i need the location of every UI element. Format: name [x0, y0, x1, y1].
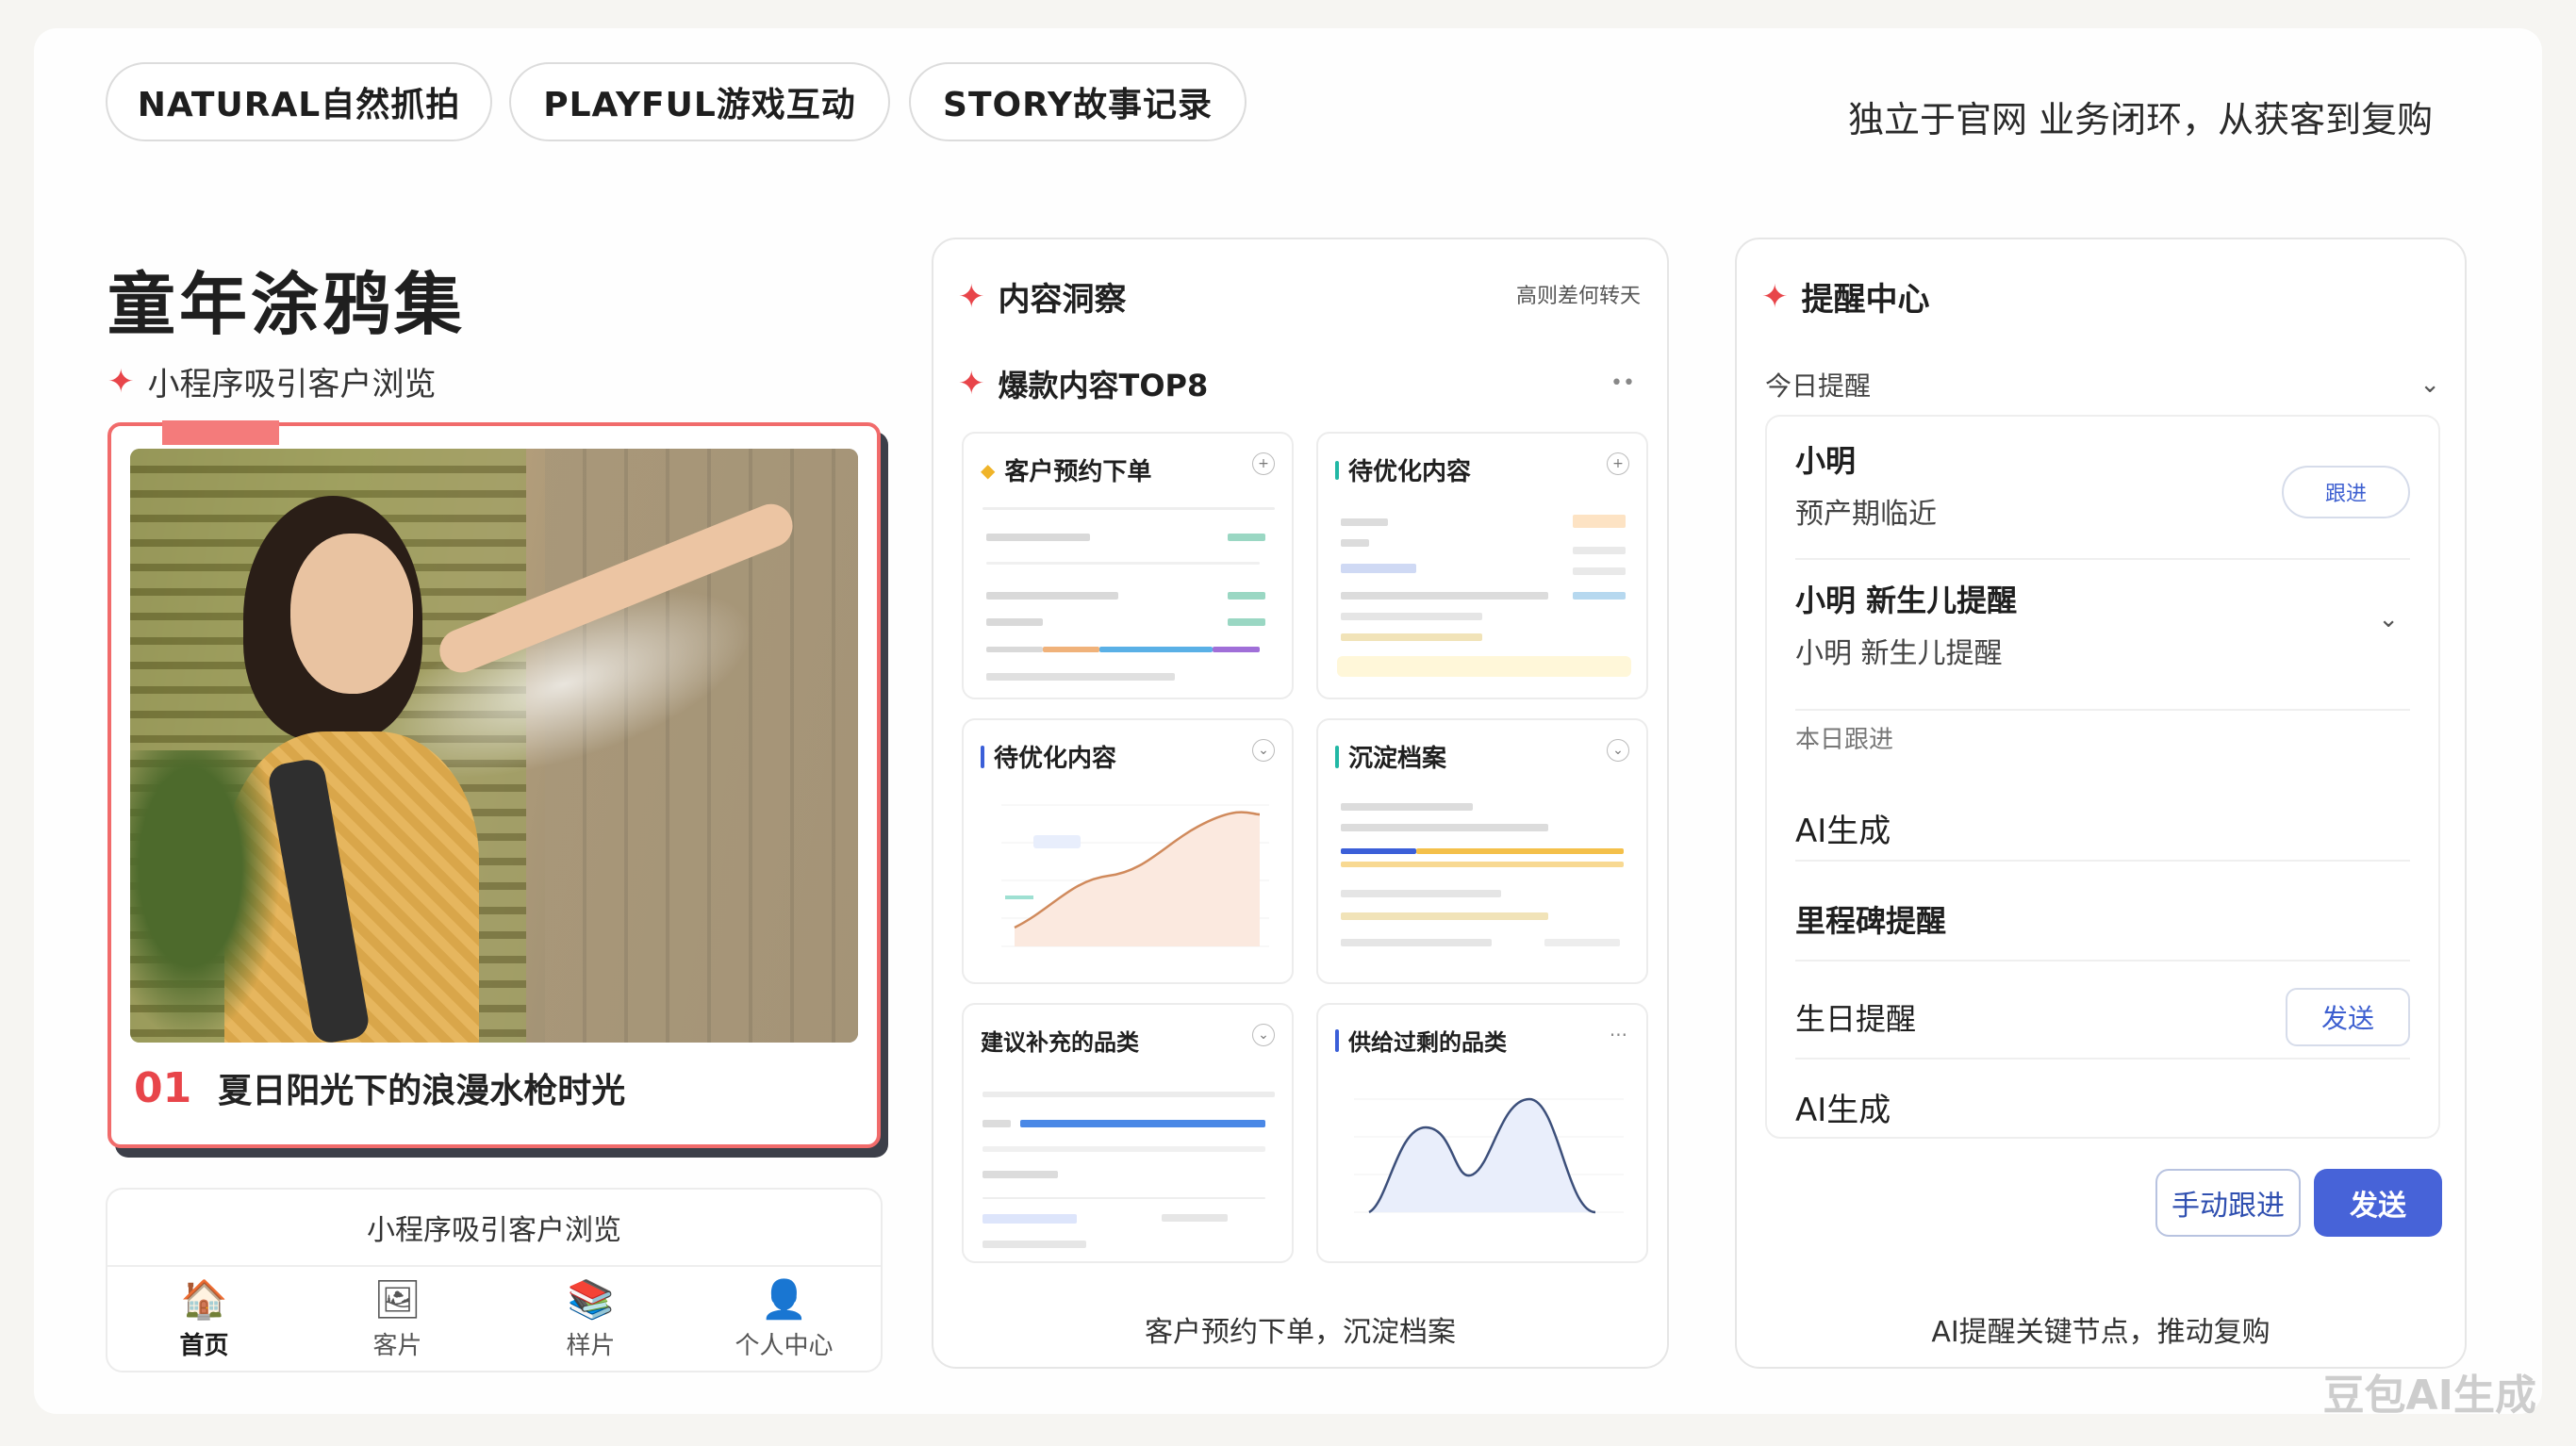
books-icon: 📚 — [567, 1277, 615, 1322]
accent-bar-icon — [1335, 745, 1339, 768]
page-title: 童年涂鸦集 — [107, 265, 467, 344]
more-icon[interactable]: •• — [1610, 371, 1635, 395]
chevron-icon[interactable]: ⌄ — [1607, 739, 1629, 762]
chevron-down-icon: ⌄ — [2419, 370, 2440, 399]
photo-caption: 01 夏日阳光下的浪漫水枪时光 — [134, 1063, 625, 1112]
bottom-nav: 🏠 首页 🖼 客片 📚 样片 👤 个人中心 — [107, 1267, 881, 1372]
row-title: 小明 新生儿提醒 — [1795, 583, 2018, 618]
primary-send-button[interactable]: 发送 — [2314, 1169, 2442, 1237]
watermark: 豆包AI生成 — [2322, 1372, 2536, 1420]
card-title: 客户预约下单 — [1004, 458, 1152, 486]
content-insight-panel: ✦ 内容洞察 高则差何转天 ✦ 爆款内容TOP8 •• ◆ 客户预约下单 + 待优… — [932, 238, 1669, 1369]
card-booking[interactable]: ◆ 客户预约下单 + — [962, 432, 1294, 699]
sparkle-icon: ✦ — [958, 277, 985, 316]
card-title: 供给过剩的品类 — [1348, 1029, 1507, 1056]
list-item[interactable]: AI生成 — [1795, 786, 2410, 862]
row-title: 里程碑提醒 — [1795, 903, 1947, 939]
sparkle-icon: ✦ — [958, 365, 985, 403]
row-subtitle: 小明 新生儿提醒 — [1795, 637, 2003, 670]
top8-title-text: 爆款内容TOP8 — [998, 368, 1209, 403]
trend-line-chart — [1001, 804, 1269, 947]
chevron-down-icon[interactable]: ⌄ — [2378, 605, 2399, 633]
tag-natural[interactable]: NATURAL自然抓拍 — [106, 62, 492, 141]
chevron-icon[interactable]: ⌄ — [1252, 1024, 1275, 1046]
insight-meta: 高则差何转天 — [1515, 285, 1641, 308]
nav-label-home: 首页 — [179, 1331, 229, 1360]
user-icon: 👤 — [760, 1277, 808, 1322]
sparkle-icon: ✦ — [107, 362, 135, 401]
section-label-text: 本日跟进 — [1795, 726, 1894, 754]
top8-title: ✦ 爆款内容TOP8 — [958, 362, 1208, 405]
reminder-footer: AI提醒关键节点，推动复购 — [1931, 1316, 2271, 1349]
list-item[interactable]: AI生成 — [1795, 1067, 2410, 1135]
nav-label-profile: 个人中心 — [735, 1331, 834, 1360]
nav-item-profile[interactable]: 👤 个人中心 — [687, 1267, 881, 1372]
insight-title: ✦ 内容洞察 — [958, 273, 1127, 320]
follow-up-button[interactable]: 跟进 — [2282, 466, 2410, 518]
card-to-optimize-1[interactable]: 待优化内容 + — [1316, 432, 1648, 699]
nav-item-home[interactable]: 🏠 首页 — [107, 1267, 301, 1372]
caption-text: 夏日阳光下的浪漫水枪时光 — [218, 1072, 626, 1110]
nav-label-samples: 样片 — [566, 1331, 616, 1360]
photo-card[interactable]: 01 夏日阳光下的浪漫水枪时光 — [107, 420, 881, 1148]
chevron-icon[interactable]: + — [1607, 452, 1629, 475]
card-title: 建议补充的品类 — [981, 1029, 1139, 1056]
mini-app-preview: 小程序吸引客户浏览 🏠 首页 🖼 客片 📚 样片 👤 个人中心 — [106, 1188, 883, 1372]
nav-item-client-photos[interactable]: 🖼 客片 — [301, 1267, 494, 1372]
card-title: 待优化内容 — [1348, 458, 1472, 486]
distribution-chart — [1354, 1097, 1624, 1214]
accent-bar-icon — [1335, 460, 1339, 480]
card-suggest-categories[interactable]: 建议补充的品类 ⌄ — [962, 1003, 1294, 1263]
chevron-icon[interactable]: ⌄ — [1252, 739, 1275, 762]
tag-story[interactable]: STORY故事记录 — [909, 62, 1247, 141]
insight-footer: 客户预约下单，沉淀档案 — [1145, 1316, 1456, 1349]
accent-bar-icon — [981, 745, 984, 768]
reminder-filter-select[interactable]: 今日提醒 ⌄ — [1765, 358, 2440, 411]
nav-label-client-photos: 客片 — [372, 1331, 422, 1360]
photo-image — [130, 449, 858, 1043]
insight-title-text: 内容洞察 — [998, 281, 1127, 319]
nav-item-samples[interactable]: 📚 样片 — [494, 1267, 687, 1372]
card-title: 待优化内容 — [994, 745, 1117, 773]
row-title: AI生成 — [1795, 1092, 1891, 1129]
accent-bar-icon — [1335, 1028, 1339, 1052]
send-button[interactable]: 发送 — [2286, 988, 2410, 1046]
left-subtitle-text: 小程序吸引客户浏览 — [147, 366, 437, 403]
mini-app-header: 小程序吸引客户浏览 — [107, 1190, 881, 1267]
select-label: 今日提醒 — [1765, 370, 1872, 402]
sparkle-icon: ✦ — [1761, 277, 1789, 316]
manual-follow-up-button[interactable]: 手动跟进 — [2155, 1169, 2301, 1237]
list-item[interactable]: 里程碑提醒 — [1795, 871, 2410, 961]
reminder-title: ✦ 提醒中心 — [1761, 273, 1930, 320]
list-item[interactable]: 小明 新生儿提醒 小明 新生儿提醒 ⌄ — [1795, 577, 2410, 711]
card-to-optimize-2[interactable]: 待优化内容 ⌄ — [962, 718, 1294, 984]
card-oversupply-categories[interactable]: 供给过剩的品类 ··· — [1316, 1003, 1648, 1263]
picture-icon: 🖼 — [373, 1277, 421, 1322]
reminder-list: 小明 预产期临近 跟进 小明 新生儿提醒 小明 新生儿提醒 ⌄ 本日跟进 AI生… — [1765, 415, 2440, 1139]
reminder-panel: ✦ 提醒中心 今日提醒 ⌄ 小明 预产期临近 跟进 小明 新生儿提醒 小明 新生… — [1735, 238, 2467, 1369]
card-archive[interactable]: 沉淀档案 ⌄ — [1316, 718, 1648, 984]
section-label: 本日跟进 — [1795, 720, 2410, 777]
list-item[interactable]: 生日提醒 发送 — [1795, 969, 2410, 1060]
diamond-icon: ◆ — [981, 458, 996, 482]
reminder-title-text: 提醒中心 — [1801, 281, 1930, 319]
home-icon: 🏠 — [180, 1277, 228, 1322]
list-item[interactable]: 小明 预产期临近 跟进 — [1795, 437, 2410, 560]
row-title: AI生成 — [1795, 813, 1891, 850]
caption-number: 01 — [134, 1063, 192, 1112]
left-subtitle: ✦ 小程序吸引客户浏览 — [107, 358, 437, 404]
slogan: 独立于官网 业务闭环，从获客到复购 — [1848, 99, 2434, 140]
card-title: 沉淀档案 — [1348, 745, 1447, 773]
chevron-icon[interactable]: + — [1252, 452, 1275, 475]
tag-playful[interactable]: PLAYFUL游戏互动 — [509, 62, 890, 141]
ribbon-decoration — [162, 420, 279, 445]
more-icon[interactable]: ··· — [1610, 1024, 1627, 1046]
